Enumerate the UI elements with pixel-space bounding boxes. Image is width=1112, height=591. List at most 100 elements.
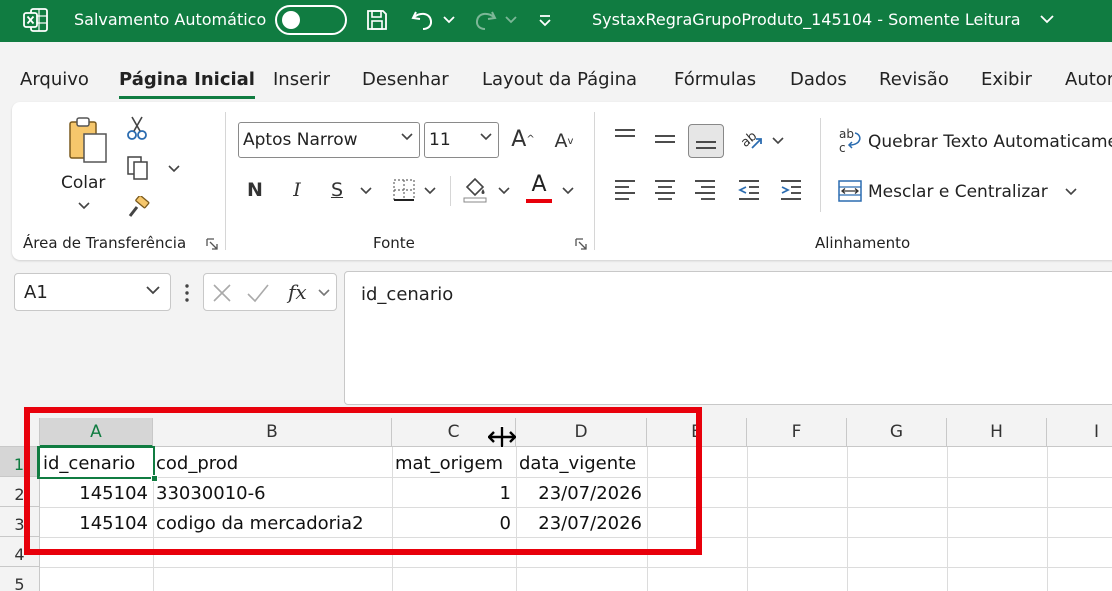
wrap-text-label[interactable]: Quebrar Texto Automaticamente xyxy=(868,132,1112,152)
column-header-h[interactable]: H xyxy=(947,418,1047,447)
tab-layout-da-pagina[interactable]: Layout da Página xyxy=(482,69,637,90)
font-dialog-launcher-icon[interactable] xyxy=(575,238,587,250)
name-box-chevron-icon[interactable] xyxy=(146,286,160,295)
ribbon-separator xyxy=(594,112,595,250)
merge-center-icon[interactable] xyxy=(836,178,864,204)
underline-button[interactable]: S xyxy=(326,176,348,204)
align-right-icon[interactable] xyxy=(690,176,720,202)
name-box-value: A1 xyxy=(24,281,48,303)
grid-line xyxy=(1047,447,1048,591)
font-size-combo[interactable]: 11 xyxy=(424,122,499,158)
cut-icon[interactable] xyxy=(124,114,150,142)
autosave-toggle[interactable] xyxy=(275,5,347,35)
font-name-combo[interactable]: Aptos Narrow xyxy=(238,122,420,158)
alignment-inner-separator xyxy=(820,118,821,212)
align-center-icon[interactable] xyxy=(650,176,680,202)
toggle-knob xyxy=(282,11,300,29)
font-name-chevron-icon[interactable] xyxy=(401,133,413,141)
bold-button[interactable]: N xyxy=(244,176,266,204)
more-options-icon[interactable] xyxy=(180,283,194,303)
font-group-label: Fonte xyxy=(373,234,415,252)
column-header-g[interactable]: G xyxy=(847,418,947,447)
undo-dropdown-chevron-icon[interactable] xyxy=(441,5,457,35)
increase-indent-icon[interactable] xyxy=(776,176,806,202)
merge-center-label[interactable]: Mesclar e Centralizar xyxy=(868,182,1048,202)
tab-desenhar[interactable]: Desenhar xyxy=(362,69,449,90)
clipboard-dialog-launcher-icon[interactable] xyxy=(206,238,218,250)
title-bar: Salvamento Automático SystaxRegraGrupoPr… xyxy=(0,0,1112,42)
tab-autor[interactable]: Autor xyxy=(1065,69,1112,90)
copy-icon[interactable] xyxy=(124,154,152,182)
ribbon-tabs: Arquivo Página Inicial Inserir Desenhar … xyxy=(0,56,1112,100)
alignment-group-label: Alinhamento xyxy=(815,234,911,252)
align-left-icon[interactable] xyxy=(610,176,640,202)
insert-function-button[interactable]: fx xyxy=(288,280,307,304)
borders-dropdown-chevron-icon[interactable] xyxy=(424,187,436,195)
confirm-formula-icon[interactable] xyxy=(246,283,270,303)
grid-line xyxy=(847,447,848,591)
svg-text:c: c xyxy=(839,141,846,155)
excel-window: Salvamento Automático SystaxRegraGrupoPr… xyxy=(0,0,1112,591)
clipboard-group-label: Área de Transferência xyxy=(23,234,187,252)
formula-input[interactable]: id_cenario xyxy=(344,271,1112,405)
decrease-indent-icon[interactable] xyxy=(734,176,764,202)
excel-logo-icon xyxy=(23,8,48,32)
align-top-icon[interactable] xyxy=(610,124,640,150)
svg-text:ab: ab xyxy=(839,127,854,141)
fill-color-icon[interactable] xyxy=(460,174,490,204)
title-dropdown-chevron-icon[interactable] xyxy=(1040,14,1054,24)
fx-dropdown-chevron-icon[interactable] xyxy=(318,289,330,297)
font-name-value: Aptos Narrow xyxy=(243,130,358,150)
paste-label[interactable]: Colar xyxy=(61,173,105,193)
orientation-dropdown-chevron-icon[interactable] xyxy=(772,137,784,145)
borders-icon[interactable] xyxy=(390,176,418,204)
customize-quick-access-icon[interactable] xyxy=(534,5,556,35)
undo-icon[interactable] xyxy=(408,5,438,35)
formula-value: id_cenario xyxy=(361,284,454,305)
save-icon[interactable] xyxy=(362,5,392,35)
ribbon-separator xyxy=(225,112,226,250)
underline-dropdown-chevron-icon[interactable] xyxy=(360,187,372,195)
redo-icon[interactable] xyxy=(470,5,500,35)
row-header-5[interactable]: 5 xyxy=(0,567,40,591)
document-title[interactable]: SystaxRegraGrupoProduto_145104 - Somente… xyxy=(592,10,1021,29)
name-box[interactable]: A1 xyxy=(14,273,171,311)
wrap-text-icon[interactable]: ab c xyxy=(836,126,864,156)
fill-color-dropdown-chevron-icon[interactable] xyxy=(498,187,510,195)
cancel-formula-icon[interactable] xyxy=(212,283,232,303)
copy-dropdown-chevron-icon[interactable] xyxy=(168,165,180,173)
font-size-value: 11 xyxy=(429,130,451,150)
decrease-font-size-icon[interactable]: Av xyxy=(550,126,578,156)
tab-dados[interactable]: Dados xyxy=(790,69,847,90)
italic-button[interactable]: I xyxy=(286,176,308,204)
tab-formulas[interactable]: Fórmulas xyxy=(674,69,756,90)
highlight-box xyxy=(24,407,702,555)
font-color-icon[interactable]: A xyxy=(524,172,554,204)
align-middle-icon[interactable] xyxy=(650,126,680,152)
font-size-chevron-icon[interactable] xyxy=(480,133,492,141)
grid-line xyxy=(40,567,1112,568)
tab-exibir[interactable]: Exibir xyxy=(981,69,1032,90)
tab-inserir[interactable]: Inserir xyxy=(273,69,330,90)
grid-line xyxy=(947,447,948,591)
font-color-dropdown-chevron-icon[interactable] xyxy=(562,187,574,195)
column-resize-cursor-icon xyxy=(488,426,516,448)
autosave-label: Salvamento Automático xyxy=(74,10,267,29)
tab-pagina-inicial[interactable]: Página Inicial xyxy=(119,69,255,99)
ribbon-panel: Colar Área de Transferência Aptos Narrow… xyxy=(12,102,1112,260)
tab-revisao[interactable]: Revisão xyxy=(879,69,949,90)
column-header-i[interactable]: I xyxy=(1047,418,1112,447)
paste-dropdown-chevron-icon[interactable] xyxy=(78,202,90,210)
column-header-f[interactable]: F xyxy=(747,418,847,447)
align-bottom-icon[interactable] xyxy=(688,124,724,158)
format-painter-icon[interactable] xyxy=(124,194,152,222)
font-inner-separator xyxy=(450,176,451,206)
merge-center-dropdown-chevron-icon[interactable] xyxy=(1065,188,1077,196)
formula-controls: fx xyxy=(203,273,337,311)
increase-font-size-icon[interactable]: A ^ xyxy=(508,124,538,154)
grid-line xyxy=(747,447,748,591)
paste-icon[interactable] xyxy=(58,114,118,166)
tab-arquivo[interactable]: Arquivo xyxy=(20,69,89,90)
orientation-icon[interactable]: ab xyxy=(736,124,766,154)
redo-dropdown-chevron-icon[interactable] xyxy=(503,5,519,35)
